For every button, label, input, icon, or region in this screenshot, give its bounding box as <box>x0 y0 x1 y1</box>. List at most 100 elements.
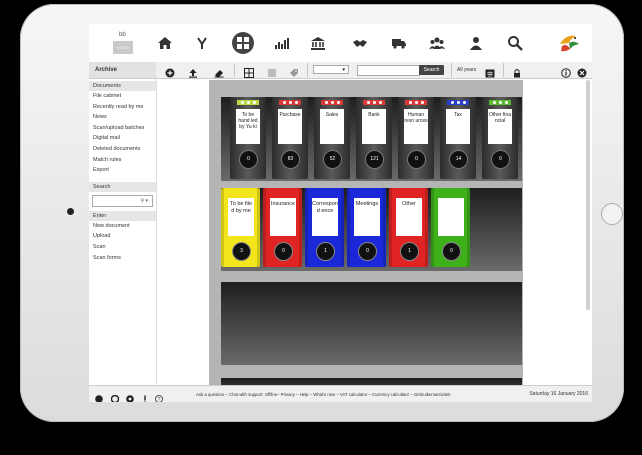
binder[interactable]: Human reso urces 0 <box>398 97 434 179</box>
shelf-2: To be file d by me 3 Insurance 0 Correspond … <box>221 188 522 271</box>
binder[interactable]: Tax 14 <box>440 97 476 179</box>
binder-label: To be file d by me <box>228 198 254 236</box>
binder-count: 14 <box>449 150 468 169</box>
divider <box>307 63 308 77</box>
search-input[interactable] <box>357 65 420 76</box>
file-cabinet: To be hand led by Yu ki 0 Purchase 83 Sales 5… <box>209 80 523 402</box>
binder-label: Other fina ncial <box>488 109 512 144</box>
app-screen: bb LOGO Archive ▾ Search All years Docum… <box>89 24 592 402</box>
info-icon[interactable] <box>561 65 571 78</box>
calendar-icon[interactable] <box>485 65 495 78</box>
bank-icon[interactable] <box>309 34 327 52</box>
sidebar-item-export[interactable]: Export <box>89 165 156 176</box>
enter-header: Enter <box>89 210 156 221</box>
scan-icon[interactable] <box>214 65 224 78</box>
tags-icon[interactable] <box>289 65 299 77</box>
binder-label: To be hand led by Yu ki <box>236 109 260 144</box>
sidebar-item-digital-mail[interactable]: Digital mail <box>89 133 156 144</box>
footer-links[interactable]: Ask a question – Chat with support: Offl… <box>196 386 450 402</box>
binder[interactable]: To be file d by me 3 <box>221 188 260 267</box>
binder-count: 0 <box>491 150 510 169</box>
binder-count: 0 <box>274 242 293 261</box>
binder[interactable]: To be hand led by Yu ki 0 <box>230 97 266 179</box>
shelf-1: To be hand led by Yu ki 0 Purchase 83 Sales 5… <box>221 97 522 181</box>
help-icon[interactable]: ? <box>155 390 163 402</box>
binder[interactable]: Correspond ence 1 <box>305 188 344 267</box>
binder-label: Sales <box>320 109 344 144</box>
sidebar-item-new-document[interactable]: New document <box>89 221 156 232</box>
binder[interactable]: Insurance 0 <box>263 188 302 267</box>
year-filter[interactable]: All years <box>457 65 476 75</box>
binder-label: Human reso urces <box>404 109 428 144</box>
y-icon[interactable] <box>193 34 211 52</box>
binder-tab <box>237 100 259 105</box>
binder[interactable]: Other 1 <box>389 188 428 267</box>
binder-label: Tax <box>446 109 470 144</box>
binder-count: 1 <box>316 242 335 261</box>
bird-logo-icon <box>556 30 582 56</box>
binder-label <box>438 198 464 236</box>
search-icon[interactable] <box>506 34 524 52</box>
binder[interactable]: Meetings 0 <box>347 188 386 267</box>
list-view-icon[interactable] <box>267 65 277 77</box>
archive-icon[interactable] <box>232 32 254 54</box>
sidebar-search-input[interactable]: ⚲ ▾ <box>92 194 153 207</box>
group-icon[interactable] <box>428 34 446 52</box>
footer: ? Ask a question – Chat with support: Of… <box>89 385 592 402</box>
search-button[interactable]: Search <box>419 65 444 75</box>
binder[interactable]: Bank 121 <box>356 97 392 179</box>
sidebar-item-upload[interactable]: Upload <box>89 231 156 242</box>
chat-icon[interactable] <box>110 390 120 402</box>
sidebar-item-recently-read-by-me[interactable]: Recently read by me <box>89 102 156 113</box>
binder-count: 0 <box>407 150 426 169</box>
divider <box>234 63 235 77</box>
sidebar-item-scan-forms[interactable]: Scan forms <box>89 253 156 264</box>
binder-count: 1 <box>400 242 419 261</box>
upload-icon[interactable] <box>188 65 198 78</box>
divider <box>451 63 452 77</box>
logo[interactable]: bb LOGO <box>113 32 133 54</box>
binder[interactable]: Sales 52 <box>314 97 350 179</box>
search-header: Search <box>89 181 156 192</box>
home-icon[interactable] <box>156 34 174 52</box>
truck-icon[interactable] <box>390 34 408 52</box>
binder-label: Purchase <box>278 109 302 144</box>
home-button[interactable] <box>601 203 623 225</box>
shelf-3 <box>221 282 522 365</box>
sidebar-item-news[interactable]: News <box>89 112 156 123</box>
social-icon[interactable] <box>95 390 103 402</box>
search-dropdown-icon[interactable]: ⚲ ▾ <box>140 196 148 206</box>
settings-icon[interactable] <box>126 390 134 402</box>
sidebar-item-match-rules[interactable]: Match rules <box>89 155 156 166</box>
add-icon[interactable] <box>165 65 175 78</box>
sidebar-item-scan-upload-batches[interactable]: Scan/upload batches <box>89 123 156 134</box>
grid-view-icon[interactable] <box>244 65 254 78</box>
binder-count: 52 <box>323 150 342 169</box>
binder-count: 0 <box>239 150 258 169</box>
sidebar-item-scan[interactable]: Scan <box>89 242 156 253</box>
binder-label: Meetings <box>354 198 380 236</box>
binder-count: 83 <box>281 150 300 169</box>
binder[interactable]: Other fina ncial 0 <box>482 97 518 179</box>
alert-icon[interactable] <box>141 390 149 402</box>
binder-tab <box>279 100 301 105</box>
section-title: Archive <box>89 62 156 78</box>
sidebar-item-deleted-documents[interactable]: Deleted documents <box>89 144 156 155</box>
enter-list: New document Upload Scan Scan forms <box>89 221 156 263</box>
binder[interactable]: Purchase 83 <box>272 97 308 179</box>
handshake-icon[interactable] <box>351 34 369 52</box>
current-date: Saturday 16 January 2016 <box>529 391 588 397</box>
binder-tab <box>489 100 511 105</box>
binder-tab <box>321 100 343 105</box>
binder[interactable]: 0 <box>431 188 470 267</box>
logo-bottom-text: LOGO <box>113 41 133 54</box>
camera <box>67 208 74 215</box>
person-icon[interactable] <box>467 34 485 52</box>
chart-icon[interactable] <box>273 34 291 52</box>
lock-icon[interactable] <box>512 65 522 78</box>
top-navigation: bb LOGO <box>89 24 592 63</box>
sidebar-item-file-cabinet[interactable]: File cabinet <box>89 91 156 102</box>
scrollbar[interactable] <box>586 80 590 310</box>
filter-select[interactable]: ▾ <box>313 65 349 74</box>
close-icon[interactable] <box>577 65 587 78</box>
